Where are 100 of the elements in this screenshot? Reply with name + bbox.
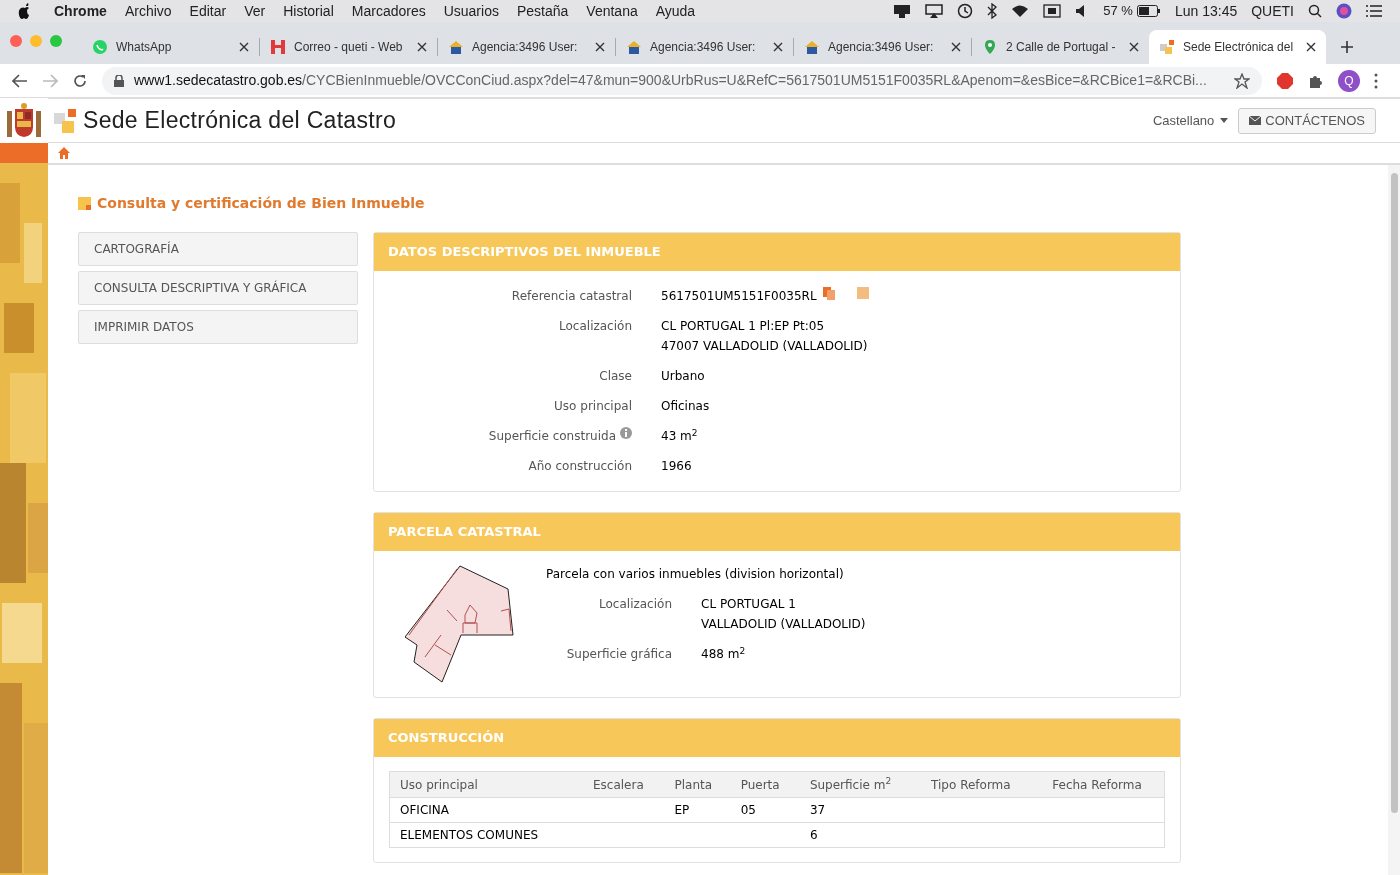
column-header: Fecha Reforma [1042,771,1165,798]
battery-percent: 57 % [1103,2,1133,21]
reload-icon[interactable] [72,72,88,89]
section-header: PARCELA CATASTRAL [374,513,1180,551]
column-header: Uso principal [389,771,583,798]
bluetooth-icon[interactable] [987,3,998,19]
field-value: 1966 [661,458,692,475]
browser-tab[interactable]: Agencia:3496 User: [794,30,971,64]
profile-avatar[interactable]: Q [1338,69,1360,92]
airplay-icon[interactable] [925,4,944,18]
parcel-description: Parcela con varios inmuebles (division horizontal) [546,566,845,583]
table-cell: 37 [799,797,922,823]
column-header: Puerta [730,771,800,798]
menubar-clock[interactable]: Lun 13:45 [1174,0,1238,22]
browser-tab[interactable]: 2 Calle de Portugal - [972,30,1149,64]
menu-item[interactable]: Usuarios [443,0,499,22]
table-cell: 6 [799,822,922,848]
apple-icon[interactable] [18,3,32,19]
star-icon[interactable] [1234,72,1250,89]
browser-tab[interactable]: Correo - queti - Web [260,30,437,64]
site-title: Sede Electrónica del Catastro [83,106,396,136]
close-icon[interactable] [1306,42,1316,52]
menu-item[interactable]: Ver [244,0,266,22]
menu-item[interactable]: Historial [283,0,334,22]
section-header: CONSTRUCCIÓN [374,719,1180,757]
field-value: VALLADOLID (VALLADOLID) [701,616,866,633]
clock-icon[interactable] [957,3,974,19]
close-icon[interactable] [1129,42,1139,52]
close-icon[interactable] [595,42,605,52]
info-icon[interactable] [620,427,632,439]
address-bar[interactable]: www1.sedecatastro.gob.es/CYCBienInmueble/OVCConCiud.aspx?del=47&mun=900&UrbRus=U&RefC=5617501UM5151F0035RL&Apenom=&esBice=&RCBice1=&RCBi... [102,66,1262,95]
field-label: Localización [559,318,632,335]
user-name[interactable]: QUETI [1251,0,1294,22]
lock-icon [114,74,124,87]
browser-tab[interactable]: WhatsApp [82,30,259,64]
accent-bar [0,143,48,163]
column-header: Superficie m$^{2}$ [799,771,922,798]
field-label: Clase [599,368,632,385]
menu-item[interactable]: Archivo [124,0,172,22]
field-value: 5617501UM5151F0035RL [661,288,817,305]
language-dropdown[interactable]: Castellano [1152,110,1229,131]
square-icon [78,197,91,210]
field-label: Localización [599,596,672,613]
logo-icon [54,108,78,133]
menu-item[interactable]: Editar [189,0,227,22]
side-menu-item[interactable]: CARTOGRAFÍA [78,232,358,266]
page-title: Consulta y certificación de Bien Inmueble [97,194,425,213]
siri-icon[interactable] [1336,3,1352,19]
menu-item[interactable]: Ventana [586,0,638,22]
app-menu[interactable]: Chrome [54,0,107,22]
close-icon[interactable] [773,42,783,52]
field-label: Superficie construida [488,428,616,445]
list-icon[interactable] [1366,5,1382,17]
close-icon[interactable] [417,42,427,52]
search-icon[interactable] [1308,4,1322,18]
column-header: Planta [664,771,731,798]
menu-item[interactable]: Pestaña [516,0,569,22]
field-label: Referencia catastral [511,288,632,305]
favicon-icon [626,39,642,55]
field-value: 488 m$^{2}$ [701,645,746,663]
menu-item[interactable]: Ayuda [655,0,696,22]
copy-icon[interactable] [822,287,835,300]
field-label: Año construcción [528,458,632,475]
stop-sign-icon[interactable] [1276,71,1294,90]
mail-icon [1249,116,1262,125]
field-value: 47007 VALLADOLID (VALLADOLID) [661,338,868,355]
field-label: Uso principal [554,398,632,415]
field-value: Oficinas [661,398,710,415]
wifi-icon[interactable] [1011,4,1030,18]
favicon-icon [982,39,998,55]
field-value: Urbano [661,368,705,385]
scrollbar-thumb[interactable] [1390,173,1398,813]
display-icon[interactable] [893,4,912,18]
favicon-icon [448,39,464,55]
column-header: Tipo Reforma [921,771,1043,798]
table-cell: 05 [730,797,800,823]
coat-of-arms-icon [5,102,43,139]
table-cell: ELEMENTOS COMUNES [389,822,583,848]
browser-tab[interactable]: Agencia:3496 User: [616,30,793,64]
favicon-icon [1159,39,1175,55]
url-text: www1.sedecatastro.gob.es/CYCBienInmueble/OVCConCiud.aspx?del=47&mun=900&UrbRus=U&RefC=5617501UM5151F0035RL&Apenom=&esBice=&RCBice1=&RCBi... [134,71,1208,90]
browser-tab[interactable]: Sede Electrónica del [1149,30,1326,64]
table-cell: EP [664,797,731,823]
favicon-icon [804,39,820,55]
contact-button[interactable]: CONTÁCTENOS [1238,107,1376,134]
column-header: Escalera [583,771,665,798]
field-label: Superficie gráfica [566,646,672,663]
side-menu-item[interactable]: CONSULTA DESCRIPTIVA Y GRÁFICA [78,271,358,305]
favicon-icon [92,39,108,55]
new-tab-icon[interactable] [1340,40,1354,54]
close-icon[interactable] [951,42,961,52]
browser-tab[interactable]: Agencia:3496 User: [438,30,615,64]
side-menu-item[interactable]: IMPRIMIR DATOS [78,310,358,344]
caret-icon [1220,118,1229,123]
back-icon[interactable] [12,73,28,88]
close-icon[interactable] [239,42,249,52]
more-icon[interactable] [1374,72,1378,89]
home-icon[interactable] [58,147,70,159]
menu-item[interactable]: Marcadores [351,0,426,22]
battery-icon[interactable] [1136,5,1161,17]
